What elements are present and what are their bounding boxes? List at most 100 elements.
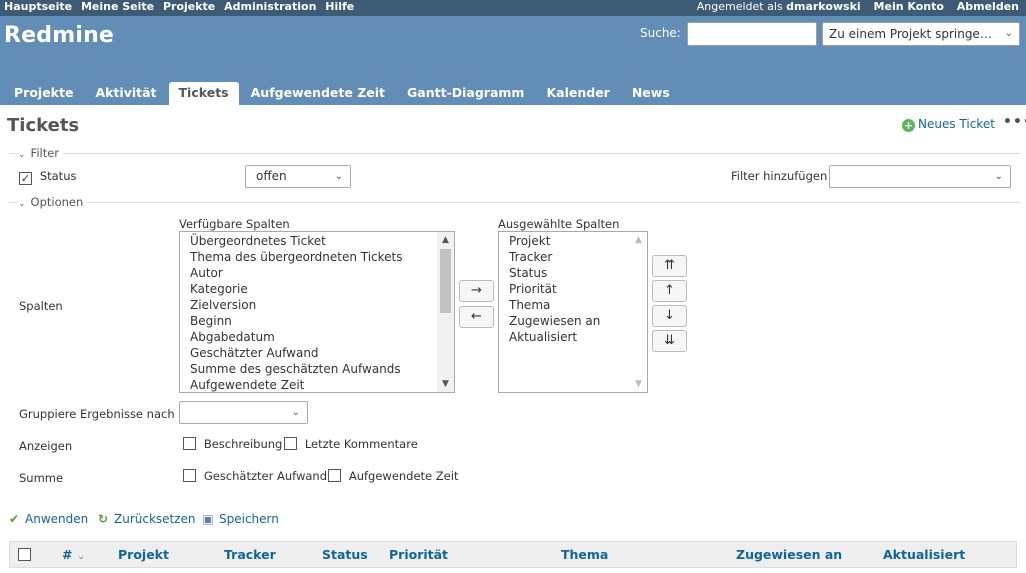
add-icon: + — [902, 119, 915, 132]
reset-button[interactable]: ↻ Zurücksetzen — [96, 512, 196, 526]
content: Tickets +Neues Ticket ••• ⌄Filter ✓ Stat… — [0, 105, 1026, 568]
column-header-number[interactable]: # ⌄ — [62, 542, 85, 569]
status-filter: ✓ Status — [19, 169, 76, 185]
select-all-checkbox[interactable] — [18, 548, 31, 573]
chevron-down-icon[interactable]: ▼ — [630, 376, 647, 392]
checkmark-icon: ✔ — [8, 512, 20, 526]
selected-columns-label: Ausgewählte Spalten — [498, 217, 620, 231]
top-menu-hauptseite[interactable]: Hauptseite — [4, 0, 72, 13]
chevron-down-icon: ⌄ — [76, 551, 86, 562]
column-header-assigned[interactable]: Zugewiesen an — [736, 542, 842, 567]
top-menu-projekte[interactable]: Projekte — [163, 0, 215, 13]
top-menu: Hauptseite Meine Seite Projekte Administ… — [0, 0, 1026, 16]
list-item[interactable]: Autor — [180, 265, 454, 281]
logged-as: Angemeldet als dmarkowski — [696, 0, 861, 13]
list-item[interactable]: Kategorie — [180, 281, 454, 297]
totals-estimated-option: Geschätzter Aufwand — [183, 469, 327, 483]
chevron-down-icon: ⌄ — [994, 171, 1003, 182]
column-header-project[interactable]: Projekt — [118, 542, 169, 567]
list-item[interactable]: Übergeordnetes Ticket — [180, 233, 454, 249]
list-item[interactable]: Zugewiesen an — [499, 313, 647, 329]
add-filter-label: Filter hinzufügen — [731, 169, 828, 183]
list-item[interactable]: Status — [499, 265, 647, 281]
list-item[interactable]: Projekt — [499, 233, 647, 249]
top-menu-hilfe[interactable]: Hilfe — [325, 0, 354, 13]
list-item[interactable]: Abgabedatum — [180, 329, 454, 345]
search-label: Suche: — [640, 26, 681, 40]
options-divider — [9, 202, 1020, 203]
username-link[interactable]: dmarkowski — [786, 0, 861, 13]
add-column-button[interactable]: → — [459, 280, 494, 302]
group-by-select[interactable]: ⌄ — [179, 401, 308, 424]
chevron-down-icon: ⌄ — [334, 171, 343, 182]
top-menu-administration[interactable]: Administration — [224, 0, 316, 13]
list-item[interactable]: Aktualisiert — [499, 329, 647, 345]
list-item[interactable]: Zielversion — [180, 297, 454, 313]
tab-projekte[interactable]: Projekte — [4, 82, 83, 105]
new-issue-link[interactable]: + Neues Ticket — [902, 117, 995, 132]
issues-table-header: # ⌄ Projekt Tracker Status Priorität The… — [9, 541, 1017, 568]
filter-divider — [9, 153, 1020, 154]
list-item[interactable]: Priorität — [499, 281, 647, 297]
apply-button[interactable]: ✔ Anwenden — [7, 512, 88, 526]
logout-link[interactable]: Abmelden — [957, 0, 1019, 13]
filter-legend[interactable]: ⌄ Filter — [18, 146, 64, 160]
list-item[interactable]: Thema — [499, 297, 647, 313]
list-item[interactable]: Tracker — [499, 249, 647, 265]
list-item[interactable]: Summe des geschätzten Aufwands — [180, 361, 454, 377]
description-checkbox[interactable] — [183, 437, 196, 450]
selected-columns-scrollbar[interactable]: ▲ ▼ — [630, 232, 647, 392]
column-header-subject[interactable]: Thema — [561, 542, 608, 567]
list-item[interactable]: Beginn — [180, 313, 454, 329]
more-actions-icon[interactable]: ••• — [1003, 114, 1026, 130]
project-jump-select[interactable]: Zu einem Projekt springe… ⌄ — [822, 22, 1020, 46]
list-item[interactable]: Geschätzter Aufwand — [180, 345, 454, 361]
scrollbar-thumb[interactable] — [440, 249, 451, 313]
chevron-down-icon[interactable]: ▼ — [437, 376, 454, 392]
last-notes-checkbox[interactable] — [284, 437, 297, 450]
tab-aktivitaet[interactable]: Aktivität — [85, 82, 166, 105]
selected-columns-list[interactable]: Projekt Tracker Status Priorität Thema Z… — [498, 231, 648, 393]
status-filter-label: Status — [39, 169, 77, 183]
show-description-option: Beschreibung — [183, 437, 282, 451]
app-title[interactable]: Redmine — [4, 23, 114, 48]
tab-gantt-diagramm[interactable]: Gantt-Diagramm — [397, 82, 534, 105]
my-account-link[interactable]: Mein Konto — [874, 0, 944, 13]
tab-tickets[interactable]: Tickets — [168, 82, 239, 105]
tab-aufgewendete-zeit[interactable]: Aufgewendete Zeit — [241, 82, 395, 105]
top-menu-meine-seite[interactable]: Meine Seite — [81, 0, 154, 13]
status-operator-select[interactable]: offen ⌄ — [245, 165, 351, 188]
column-header-tracker[interactable]: Tracker — [224, 542, 276, 567]
options-legend[interactable]: ⌄ Optionen — [18, 195, 88, 209]
column-header-updated[interactable]: Aktualisiert — [883, 542, 965, 567]
move-top-button[interactable]: ⇈ — [652, 255, 687, 277]
column-header-priority[interactable]: Priorität — [389, 542, 448, 567]
list-item[interactable]: Aufgewendete Zeit — [180, 377, 454, 392]
estimated-hours-checkbox[interactable] — [183, 469, 196, 482]
move-down-button[interactable]: ↓ — [652, 305, 687, 327]
chevron-up-icon[interactable]: ▲ — [630, 232, 647, 248]
chevron-down-icon: ⌄ — [18, 150, 26, 160]
header: Redmine Suche: Zu einem Projekt springe…… — [0, 16, 1026, 105]
save-button[interactable]: ▣ Speichern — [201, 512, 279, 526]
totals-label: Summe — [19, 471, 64, 485]
reload-icon: ↻ — [97, 512, 109, 526]
show-last-notes-option: Letzte Kommentare — [284, 437, 418, 451]
move-bottom-button[interactable]: ⇊ — [652, 330, 687, 352]
move-up-button[interactable]: ↑ — [652, 280, 687, 302]
spent-time-checkbox[interactable] — [328, 469, 341, 482]
list-item[interactable]: Thema des übergeordneten Tickets — [180, 249, 454, 265]
remove-column-button[interactable]: ← — [459, 306, 494, 328]
add-filter-select[interactable]: ⌄ — [829, 165, 1011, 188]
column-header-status[interactable]: Status — [322, 542, 368, 567]
search-input[interactable] — [687, 22, 817, 46]
tab-news[interactable]: News — [622, 82, 680, 105]
main-menu: Projekte Aktivität Tickets Aufgewendete … — [4, 82, 682, 105]
available-columns-label: Verfügbare Spalten — [179, 217, 290, 231]
save-icon: ▣ — [202, 512, 214, 526]
chevron-up-icon[interactable]: ▲ — [437, 232, 454, 248]
status-checkbox[interactable]: ✓ — [19, 172, 32, 185]
available-columns-list[interactable]: Übergeordnetes Ticket Thema des übergeor… — [179, 231, 455, 393]
tab-kalender[interactable]: Kalender — [536, 82, 619, 105]
available-columns-scrollbar[interactable]: ▲ ▼ — [437, 232, 454, 392]
